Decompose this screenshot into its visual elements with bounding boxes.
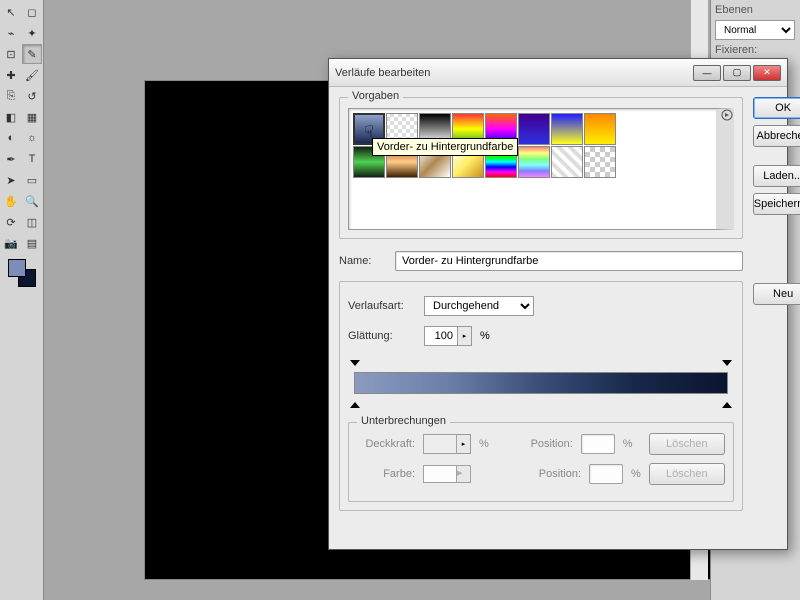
smoothness-input[interactable]: [424, 326, 458, 346]
gradient-ramp[interactable]: [348, 358, 734, 414]
dialog-title: Verläufe bearbeiten: [335, 67, 693, 79]
minimize-button[interactable]: —: [693, 65, 721, 81]
gradient-preset[interactable]: [551, 113, 583, 145]
gradient-type-select[interactable]: Durchgehend: [424, 296, 534, 316]
name-label: Name:: [339, 255, 387, 267]
crop-tool[interactable]: ⊡: [1, 44, 21, 64]
color-well[interactable]: [423, 465, 457, 483]
opacity-stepper[interactable]: ▸: [457, 434, 471, 454]
eyedropper-tool[interactable]: ✎: [22, 44, 42, 64]
gradient-editor-dialog: Verläufe bearbeiten — ▢ ✕ Vorgaben ☟ Vor…: [328, 58, 788, 550]
pen-tool[interactable]: ✒: [1, 149, 21, 169]
shape-tool[interactable]: ▭: [22, 170, 42, 190]
preset-grid: [348, 108, 734, 230]
3d-tool[interactable]: ◫: [22, 212, 42, 232]
cancel-button[interactable]: Abbrechen: [753, 125, 800, 147]
opacity-label: Deckkraft:: [357, 438, 415, 450]
blend-mode-select[interactable]: Normal: [715, 20, 795, 40]
position-label-1: Position:: [515, 438, 573, 450]
opacity-position-input[interactable]: [581, 434, 615, 454]
delete-opacity-stop-button[interactable]: Löschen: [649, 433, 725, 455]
opacity-stop-right[interactable]: [722, 360, 732, 370]
load-button[interactable]: Laden...: [753, 165, 800, 187]
gradient-preset[interactable]: [584, 113, 616, 145]
gradient-settings-group: Verlaufsart: Durchgehend Glättung: ▸ %: [339, 281, 743, 511]
gradient-name-input[interactable]: [395, 251, 743, 271]
grid-tool[interactable]: ▤: [22, 233, 42, 253]
gradient-tool[interactable]: ▦: [22, 107, 42, 127]
smoothness-label: Glättung:: [348, 330, 416, 342]
close-button[interactable]: ✕: [753, 65, 781, 81]
color-stop-right[interactable]: [722, 402, 732, 412]
save-button[interactable]: Speichern...: [753, 193, 800, 215]
gradient-preset[interactable]: [518, 146, 550, 178]
type-label: Verlaufsart:: [348, 300, 416, 312]
new-button[interactable]: Neu: [753, 283, 800, 305]
gradient-preset[interactable]: [518, 113, 550, 145]
left-toolbar: ↖◻⌁✦⊡✎✚🖌⎘↺◧▦◐☼✒T➤▭✋🔍⟳◫📷▤: [0, 0, 44, 600]
brush-tool[interactable]: 🖌: [22, 65, 42, 85]
eraser-tool[interactable]: ◧: [1, 107, 21, 127]
color-stop-left[interactable]: [350, 402, 360, 412]
fix-label: Fixieren:: [715, 44, 796, 56]
foreground-color-swatch[interactable]: [8, 259, 26, 277]
color-position-input[interactable]: [589, 464, 623, 484]
gradient-preset[interactable]: [551, 146, 583, 178]
layers-panel-label: Ebenen: [715, 4, 796, 16]
dialog-titlebar[interactable]: Verläufe bearbeiten — ▢ ✕: [329, 59, 787, 87]
opacity-stop-left[interactable]: [350, 360, 360, 370]
history-brush-tool[interactable]: ↺: [22, 86, 42, 106]
delete-color-stop-button[interactable]: Löschen: [649, 463, 725, 485]
lasso-tool[interactable]: ⌁: [1, 23, 21, 43]
move-tool[interactable]: ↖: [1, 2, 21, 22]
stops-label: Unterbrechungen: [357, 415, 450, 427]
path-select-tool[interactable]: ➤: [1, 170, 21, 190]
gradient-preset[interactable]: [584, 146, 616, 178]
stops-group: Unterbrechungen Deckkraft: ▸ % Position:…: [348, 422, 734, 502]
color-label: Farbe:: [357, 468, 415, 480]
color-picker-icon[interactable]: ▸: [457, 465, 471, 483]
dodge-tool[interactable]: ☼: [22, 128, 42, 148]
maximize-button[interactable]: ▢: [723, 65, 751, 81]
blur-tool[interactable]: ◐: [1, 128, 21, 148]
percent-sign: %: [480, 330, 490, 342]
hand-tool[interactable]: ✋: [1, 191, 21, 211]
preset-tooltip: Vorder- zu Hintergrundfarbe: [372, 138, 518, 156]
healing-tool[interactable]: ✚: [1, 65, 21, 85]
position-label-2: Position:: [523, 468, 581, 480]
smoothness-stepper[interactable]: ▸: [458, 326, 472, 346]
gradient-bar[interactable]: [354, 372, 728, 394]
rotate-tool[interactable]: ⟳: [1, 212, 21, 232]
zoom-tool[interactable]: 🔍: [22, 191, 42, 211]
type-tool[interactable]: T: [22, 149, 42, 169]
opacity-input[interactable]: [423, 434, 457, 454]
camera-tool[interactable]: 📷: [1, 233, 21, 253]
stamp-tool[interactable]: ⎘: [1, 86, 21, 106]
wand-tool[interactable]: ✦: [22, 23, 42, 43]
marquee-tool[interactable]: ◻: [22, 2, 42, 22]
presets-group: Vorgaben ☟ Vorder- zu Hintergrundfarbe: [339, 97, 743, 239]
flyout-menu-icon[interactable]: [720, 108, 734, 122]
ok-button[interactable]: OK: [753, 97, 800, 119]
presets-label: Vorgaben: [348, 90, 403, 102]
color-swatches[interactable]: [8, 259, 36, 287]
